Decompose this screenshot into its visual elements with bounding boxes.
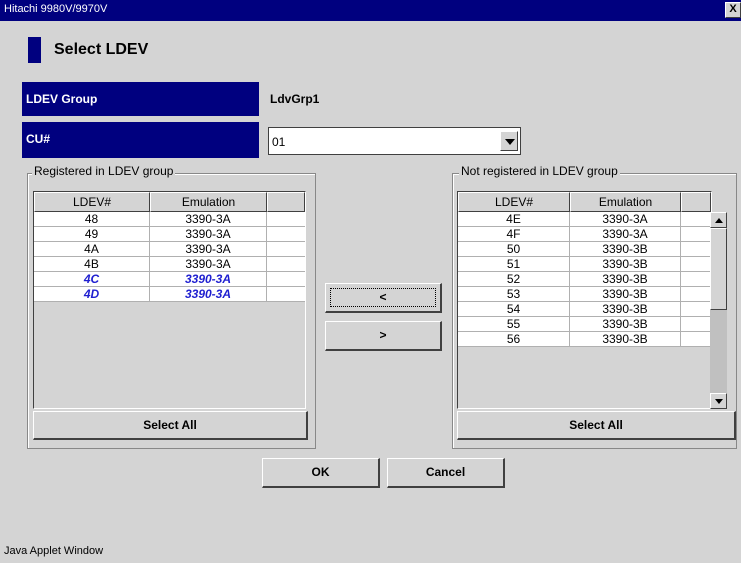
registered-rows: 48 3390-3A 49 3390-3A 4A 3390-3A 4B 3390-3A 4C 33… [34,212,305,302]
ldev-cell: 55 [458,317,570,331]
emulation-cell: 3390-3B [570,302,681,316]
heading-marker [28,37,41,63]
emulation-cell: 3390-3A [150,287,267,301]
not-registered-col-filler [681,192,711,212]
window-title: Hitachi 9980V/9970V [4,3,108,15]
cu-label: CU# [22,122,259,158]
table-row[interactable]: 54 3390-3B [458,302,711,317]
emulation-cell: 3390-3B [570,242,681,256]
arrow-down-icon [715,399,723,404]
ldev-cell: 48 [34,212,150,226]
registered-groupbox-title: Registered in LDEV group [32,164,176,178]
ldev-cell: 4A [34,242,150,256]
ldev-cell: 4F [458,227,570,241]
not-registered-rows: 4E 3390-3A 4F 3390-3A 50 3390-3B 51 3390-3B 52 33… [458,212,711,347]
emulation-cell: 3390-3A [570,227,681,241]
emulation-cell: 3390-3A [150,257,267,271]
table-row[interactable]: 4A 3390-3A [34,242,305,257]
applet-footer: Java Applet Window [4,545,104,557]
table-row[interactable]: 4C 3390-3A [34,272,305,287]
registered-select-all-button[interactable]: Select All [33,411,308,440]
cu-dropdown-button[interactable] [500,131,518,151]
emulation-cell: 3390-3B [570,332,681,346]
table-row[interactable]: 55 3390-3B [458,317,711,332]
ldev-cell: 51 [458,257,570,271]
table-row[interactable]: 4E 3390-3A [458,212,711,227]
focus-ring [330,288,436,307]
ldev-group-label: LDEV Group [22,82,259,116]
ldev-cell: 53 [458,287,570,301]
table-row[interactable]: 51 3390-3B [458,257,711,272]
table-row[interactable]: 52 3390-3B [458,272,711,287]
arrow-up-icon [715,218,723,223]
table-row[interactable]: 48 3390-3A [34,212,305,227]
ldev-cell: 4B [34,257,150,271]
ldev-cell: 54 [458,302,570,316]
scrollbar-thumb[interactable] [710,228,727,310]
emulation-cell: 3390-3B [570,272,681,286]
scroll-down-button[interactable] [710,393,727,409]
title-bar [0,0,741,21]
emulation-cell: 3390-3B [570,257,681,271]
ldev-cell: 49 [34,227,150,241]
emulation-cell: 3390-3A [150,227,267,241]
emulation-cell: 3390-3A [570,212,681,226]
registered-col-emulation[interactable]: Emulation [150,192,267,212]
ldev-cell: 4C [34,272,150,286]
ok-button[interactable]: OK [262,458,380,488]
ldev-cell: 50 [458,242,570,256]
chevron-down-icon [505,139,515,145]
not-registered-select-all-button[interactable]: Select All [457,411,736,440]
emulation-cell: 3390-3A [150,212,267,226]
cancel-button[interactable]: Cancel [387,458,505,488]
registered-col-filler [267,192,305,212]
table-row[interactable]: 50 3390-3B [458,242,711,257]
table-row[interactable]: 53 3390-3B [458,287,711,302]
move-to-not-registered-button[interactable]: > [325,321,442,351]
not-registered-groupbox-title: Not registered in LDEV group [459,164,620,178]
page-title: Select LDEV [54,41,149,58]
ldev-group-value: LdvGrp1 [270,92,320,106]
emulation-cell: 3390-3A [150,242,267,256]
not-registered-col-emulation[interactable]: Emulation [570,192,681,212]
table-row[interactable]: 56 3390-3B [458,332,711,347]
emulation-cell: 3390-3A [150,272,267,286]
ldev-cell: 56 [458,332,570,346]
ldev-cell: 4E [458,212,570,226]
close-button[interactable]: X [725,2,741,18]
not-registered-table[interactable]: LDEV# Emulation 4E 3390-3A 4F 3390-3A 50 3390… [457,191,712,409]
move-to-registered-button[interactable]: < [325,283,442,313]
not-registered-col-ldev[interactable]: LDEV# [458,192,570,212]
scroll-up-button[interactable] [710,212,727,228]
emulation-cell: 3390-3B [570,287,681,301]
registered-table[interactable]: LDEV# Emulation 48 3390-3A 49 3390-3A 4A 3390… [33,191,306,409]
table-row[interactable]: 49 3390-3A [34,227,305,242]
registered-col-ldev[interactable]: LDEV# [34,192,150,212]
emulation-cell: 3390-3B [570,317,681,331]
ldev-cell: 52 [458,272,570,286]
table-row[interactable]: 4D 3390-3A [34,287,305,302]
cu-select[interactable]: 01 [268,127,521,155]
table-row[interactable]: 4B 3390-3A [34,257,305,272]
not-registered-scrollbar[interactable] [710,212,727,409]
ldev-cell: 4D [34,287,150,301]
cu-select-value: 01 [272,135,286,149]
table-row[interactable]: 4F 3390-3A [458,227,711,242]
